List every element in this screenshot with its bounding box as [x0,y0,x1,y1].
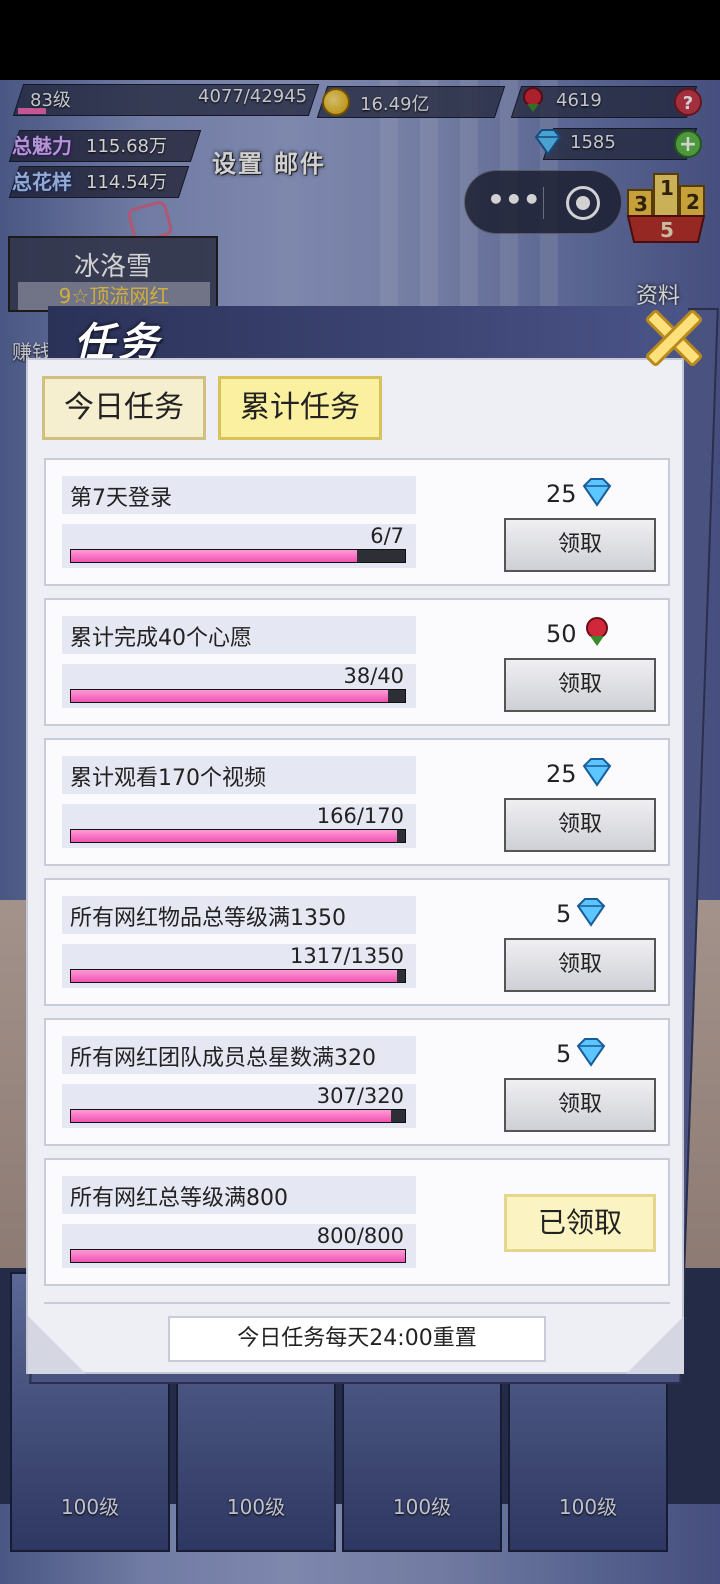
progress-text: 38/40 [343,664,404,688]
reward-amount: 5 [556,900,572,928]
task-row: 累计完成40个心愿 38/40 50 领取 [44,598,670,726]
task-row: 所有网红总等级满800 800/800 已领取 [44,1158,670,1286]
claim-button[interactable]: 领取 [504,518,656,572]
progress-bar [70,1109,406,1123]
progress-fill [71,1110,392,1122]
progress-fill [71,1250,405,1262]
claim-button[interactable]: 领取 [504,798,656,852]
task-name: 累计完成40个心愿 [70,626,252,651]
task-name: 第7天登录 [70,486,172,511]
reward-amount: 25 [546,760,577,788]
close-button[interactable] [636,300,712,376]
tab-daily-tasks[interactable]: 今日任务 [42,376,206,440]
progress-bar [70,969,406,983]
panel-corner [626,1316,684,1374]
task-row: 所有网红团队成员总星数满320 307/320 5 领取 [44,1018,670,1146]
reset-note: 今日任务每天24:00重置 [168,1316,546,1362]
reward-amount: 50 [546,620,577,648]
progress-bar [70,829,406,843]
diamond-icon [576,898,606,927]
tab-cumulative-tasks[interactable]: 累计任务 [218,376,382,440]
task-name: 累计观看170个视频 [70,766,266,791]
task-row: 第7天登录 6/7 25 领取 [44,458,670,586]
progress-text: 800/800 [316,1224,404,1248]
progress-bar [70,689,406,703]
progress-text: 307/320 [316,1084,404,1108]
panel-corner [28,1316,86,1374]
claim-button[interactable]: 领取 [504,1078,656,1132]
progress-fill [71,830,397,842]
task-name: 所有网红团队成员总星数满320 [70,1046,376,1071]
task-row: 累计观看170个视频 166/170 25 领取 [44,738,670,866]
reward-amount: 25 [546,480,577,508]
progress-text: 166/170 [316,804,404,828]
task-row: 所有网红物品总等级满1350 1317/1350 5 领取 [44,878,670,1006]
task-name: 所有网红总等级满800 [70,1186,288,1211]
progress-fill [71,970,397,982]
diamond-icon [582,478,612,507]
claim-button[interactable]: 领取 [504,658,656,712]
rose-icon [586,617,608,646]
progress-text: 1317/1350 [290,944,404,968]
claimed-badge: 已领取 [504,1194,656,1252]
reward-amount: 5 [556,1040,572,1068]
progress-text: 6/7 [370,524,404,548]
progress-bar [70,549,406,563]
progress-fill [71,550,358,562]
footer-divider [44,1302,670,1304]
diamond-icon [576,1038,606,1067]
task-name: 所有网红物品总等级满1350 [70,906,346,931]
diamond-icon [582,758,612,787]
progress-bar [70,1249,406,1263]
claim-button[interactable]: 领取 [504,938,656,992]
progress-fill [71,690,389,702]
